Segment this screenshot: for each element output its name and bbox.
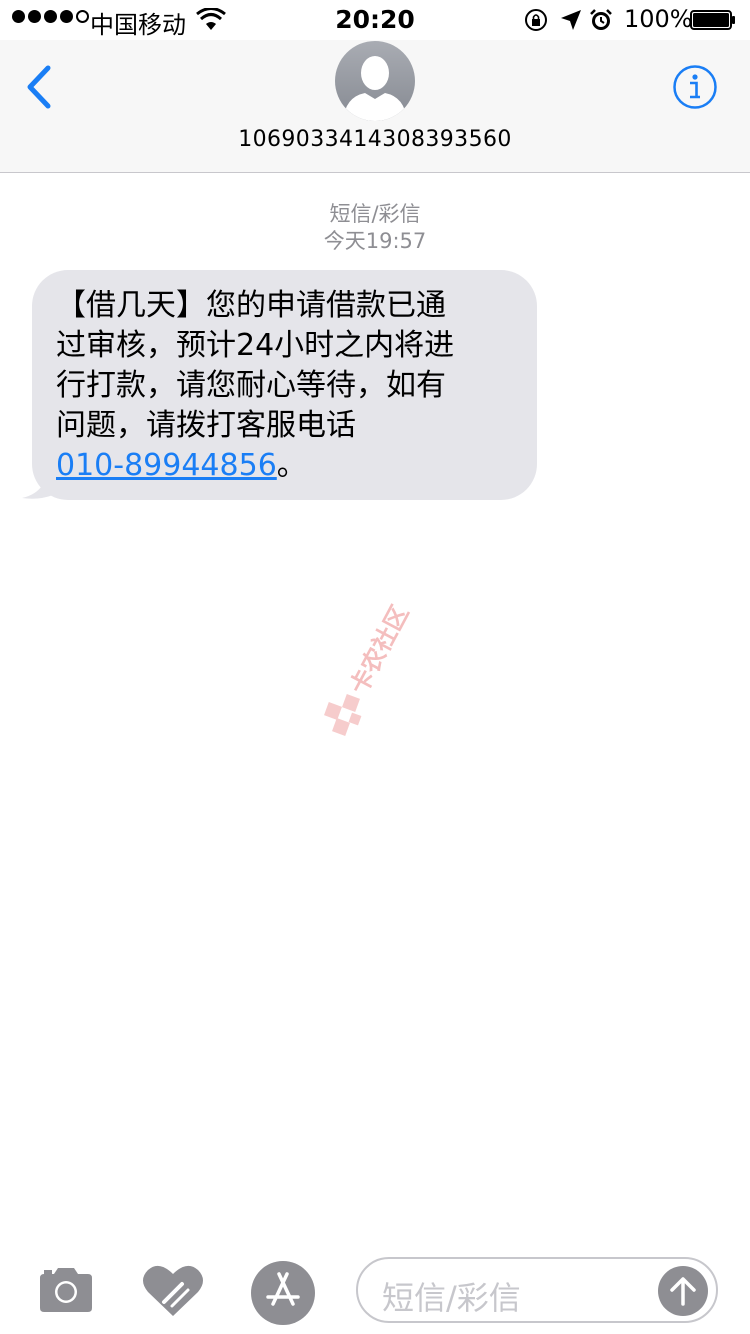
watermark-logo: 卡农社区: [324, 601, 415, 736]
chevron-left-icon[interactable]: [22, 64, 56, 110]
message-line: 【借几天】您的申请借款已通: [56, 288, 446, 323]
alarm-icon: [590, 9, 612, 30]
message-line: 行打款，请您耐心等待，如有: [56, 368, 446, 403]
message-trailing-punctuation: 。: [276, 448, 307, 483]
avatar[interactable]: [335, 41, 415, 121]
rotation-lock-icon: [525, 9, 547, 31]
message-line-last: 010-89944856。: [56, 446, 513, 486]
watermark-text: 卡农社区: [345, 601, 415, 699]
input-toolbar: 短信/彩信: [0, 1246, 750, 1334]
phone-number-link[interactable]: 010-89944856: [56, 448, 277, 483]
info-icon[interactable]: [672, 64, 718, 110]
input-placeholder: 短信/彩信: [382, 1279, 521, 1317]
message-line: 问题，请拨打客服电话: [56, 408, 356, 443]
heart-icon[interactable]: [142, 1262, 204, 1318]
incoming-message[interactable]: 【借几天】您的申请借款已通 过审核，预计24小时之内将进 行打款，请您耐心等待，…: [20, 270, 540, 502]
battery-percent: 100%: [624, 5, 693, 33]
message-line: 过审核，预计24小时之内将进: [56, 328, 455, 363]
message-input[interactable]: 短信/彩信: [356, 1257, 718, 1323]
message-timestamp: 今天19:57: [323, 229, 427, 253]
conversation-header: 1069033414308393560: [0, 40, 750, 173]
app-store-icon[interactable]: [250, 1260, 316, 1326]
status-bar: 中国移动 20:20 100%: [0, 0, 750, 40]
location-icon: [561, 10, 581, 30]
arrow-up-icon[interactable]: [658, 1266, 708, 1316]
message-bubble: 【借几天】您的申请借款已通 过审核，预计24小时之内将进 行打款，请您耐心等待，…: [32, 270, 537, 500]
contact-number[interactable]: 1069033414308393560: [0, 127, 750, 152]
battery-icon: [690, 10, 735, 30]
messages-screen: 中国移动 20:20 100% 1069033414308393560 短信/彩…: [0, 0, 750, 1334]
person-icon: [335, 41, 415, 121]
message-type-label: 短信/彩信: [329, 202, 421, 226]
camera-icon[interactable]: [36, 1266, 96, 1314]
